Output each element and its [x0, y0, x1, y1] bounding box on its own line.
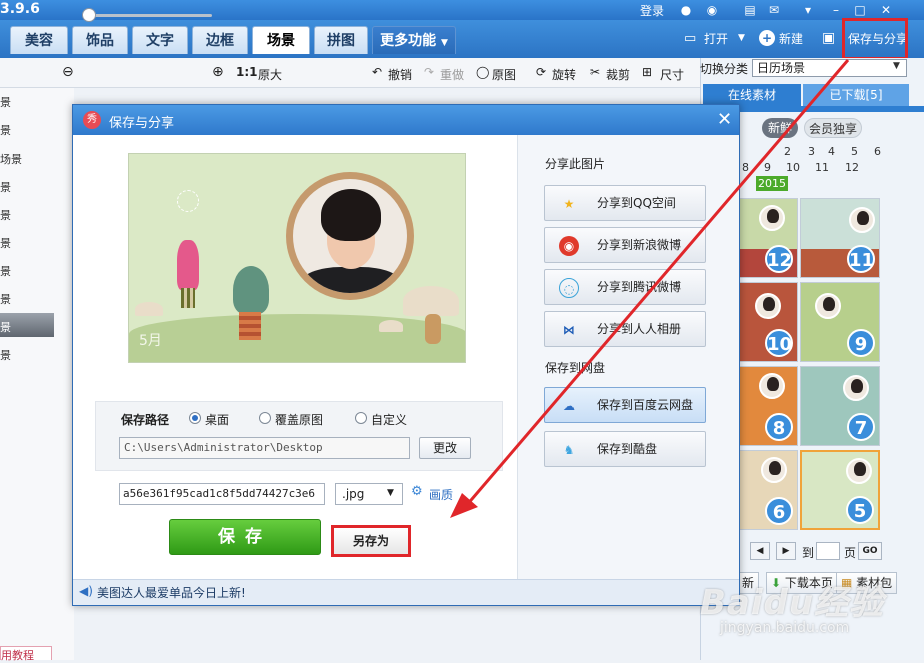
- annotation-arrow: [450, 59, 850, 518]
- baidu-watermark-url: jingyan.baidu.com: [720, 620, 850, 636]
- baidu-watermark: Baidu经验: [700, 583, 885, 623]
